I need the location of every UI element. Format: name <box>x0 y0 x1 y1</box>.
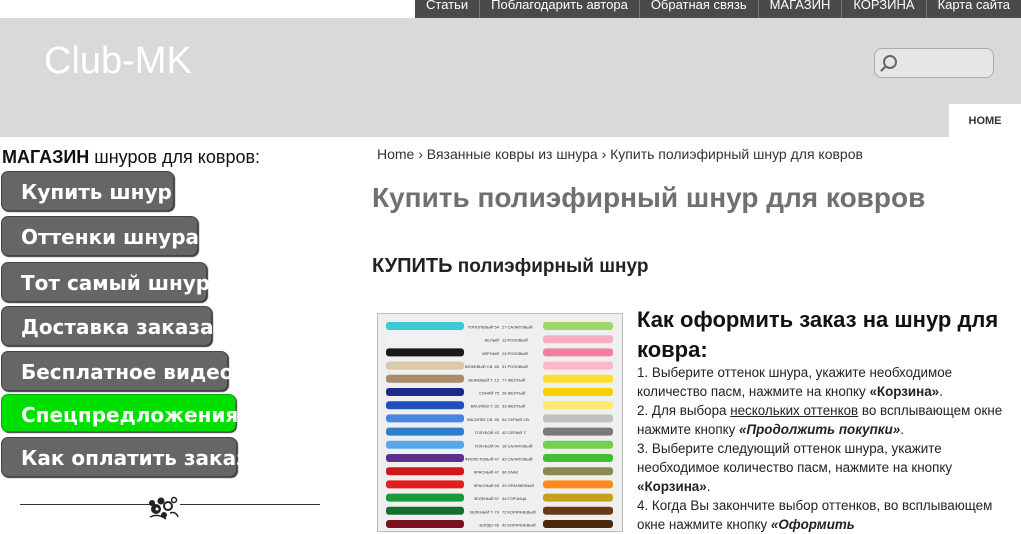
cord-swatch-right-3 <box>543 361 613 370</box>
color-chart-photo: ТОПОЛЕВЫЙ 54 27 САЛАТОВЫЙ БЕЛЫЙ 13 РОЗОВЫЙ Ч… <box>378 314 622 531</box>
cord-swatch-left-15 <box>386 520 464 528</box>
cord-swatch-right-15 <box>543 520 613 528</box>
chart-label-left-6: ВАСИЛЁК Т. 33 <box>471 404 500 409</box>
cord-swatch-left-8 <box>386 427 464 436</box>
chart-label-right-7: 64 СЕРЫЙ СВ. <box>502 417 530 422</box>
cord-swatch-right-10 <box>543 454 613 462</box>
several-shades-link[interactable]: нескольких оттенков <box>730 403 858 418</box>
chart-label-right-10: 82 САЛАТОВЫЙ <box>502 457 533 462</box>
chart-label-right-13: 44 ГОРЧИЦА <box>502 496 527 501</box>
topnav-item-3[interactable]: МАГАЗИН <box>757 0 842 18</box>
cord-swatch-right-11 <box>543 467 613 476</box>
top-navigation: Статьи Поблагодарить автора Обратная связь… <box>0 0 1021 18</box>
chart-label-left-9: ГОЛУБОЙ 04 <box>475 443 500 448</box>
cord-swatch-left-9 <box>386 440 464 449</box>
chart-label-left-7: ВАСИЛЁК СВ. 55 <box>467 417 500 422</box>
chart-label-right-4: 77 ЖЁЛТЫЙ <box>502 377 526 382</box>
chart-label-left-2: ЧЁРНЫЙ <box>482 351 499 356</box>
cord-swatch-left-0 <box>386 322 464 330</box>
cord-swatch-left-14 <box>386 506 464 515</box>
cord-swatch-right-6 <box>543 401 613 410</box>
chart-label-left-11: КРАСНЫЙ 47 <box>474 470 500 475</box>
cord-swatch-left-12 <box>386 480 464 489</box>
page-title: Купить полиэфирный шнур для ковров <box>372 182 926 213</box>
tab-home[interactable]: HOME <box>949 104 1021 137</box>
cord-swatch-right-2 <box>543 348 613 357</box>
cord-swatch-left-11 <box>386 467 464 476</box>
search-input[interactable] <box>874 48 994 78</box>
chart-label-right-0: 27 САЛАТОВЫЙ <box>502 325 533 330</box>
sidebar-menu-button-3[interactable]: Доставка заказа <box>1 306 214 346</box>
chart-label-right-14: 72 КОРИЧНЕВЫЙ <box>502 509 536 514</box>
chart-label-right-3: 51 РОЗОВЫЙ <box>502 364 528 369</box>
cord-swatch-left-3 <box>386 361 464 370</box>
cord-swatch-left-1 <box>386 335 464 344</box>
sidebar-heading: МАГАЗИН шнуров для ковров: <box>2 147 261 167</box>
chart-label-left-1: БЕЛЫЙ <box>485 338 499 343</box>
flower-ornament-icon <box>149 496 179 520</box>
cord-swatch-right-1 <box>543 335 613 344</box>
cord-swatch-right-0 <box>543 322 613 330</box>
chart-label-left-5: СИНИЙ 75 <box>479 391 500 396</box>
chart-label-left-13: ЗЕЛЁНЫЙ 57 <box>474 496 500 501</box>
chart-label-left-0: ТОПОЛЕВЫЙ 54 <box>468 325 500 330</box>
sidebar-menu-button-4[interactable]: Бесплатное видео <box>1 351 233 391</box>
sidebar-menu-button-5[interactable]: Спецпредложения <box>1 394 238 432</box>
chart-label-right-9: 16 САЛАТОВЫЙ <box>502 443 533 448</box>
cord-swatch-right-14 <box>543 506 613 515</box>
chart-label-left-10: ФИОЛЕТОВЫЙ 47 <box>465 457 500 462</box>
sidebar-menu-button-1[interactable]: Оттенки шнура <box>1 216 199 256</box>
chart-label-right-2: 23 РОЗОВЫЙ <box>502 351 528 356</box>
cord-swatch-left-2 <box>386 348 464 357</box>
topnav-item-2[interactable]: Обратная связь <box>638 0 758 18</box>
chart-label-right-12: 49 ОРАНЖЕВЫЙ <box>502 483 534 488</box>
chart-label-right-15: 42 КОРИЧНЕВЫЙ <box>502 523 536 528</box>
chart-label-left-12: КРАСНЫЙ 65 <box>474 483 500 488</box>
site-header: Club-MK HOME <box>0 18 1021 137</box>
cord-swatch-right-7 <box>543 414 613 423</box>
chart-label-left-15: БОРДО 46 <box>480 523 500 528</box>
cord-swatch-right-4 <box>543 374 613 383</box>
top-navigation-bar: Статьи Поблагодарить автора Обратная связь… <box>415 0 1021 18</box>
section-title: КУПИТЬ полиэфирный шнур <box>372 255 649 277</box>
cord-swatch-right-12 <box>543 480 613 489</box>
chart-label-right-6: 33 ЖЁЛТЫЙ <box>502 404 526 409</box>
topnav-item-4[interactable]: КОРЗИНА <box>841 0 925 18</box>
sidebar-menu-button-0[interactable]: Купить шнур <box>1 171 174 211</box>
search-icon <box>883 55 897 69</box>
sidebar-menu-button-6[interactable]: Как оплатить заказ <box>1 437 248 477</box>
cord-swatch-left-10 <box>386 454 464 462</box>
order-instructions-heading: Как оформить заказ на шнур для ковра: <box>637 307 999 362</box>
cord-swatch-right-13 <box>543 493 613 502</box>
cord-swatch-right-8 <box>543 427 613 436</box>
chart-label-left-4: БЕЖЕВЫЙ Т. 12 <box>468 377 499 382</box>
chart-label-right-8: 42 СЕРЫЙ Т. <box>502 430 526 435</box>
chart-label-left-3: БЕЖЕВЫЙ СВ. 65 <box>465 364 500 369</box>
chart-label-right-5: 26 ЖЁЛТЫЙ <box>502 391 526 396</box>
cord-swatch-left-4 <box>386 374 464 383</box>
order-instructions: 1. Выберите оттенок шнура, укажите необх… <box>637 365 1003 532</box>
topnav-item-1[interactable]: Поблагодарить автора <box>479 0 639 18</box>
chart-label-left-8: ГОЛУБОЙ 43 <box>475 430 500 435</box>
divider-left <box>20 504 150 505</box>
cord-color-chart-image[interactable]: ТОПОЛЕВЫЙ 54 27 САЛАТОВЫЙ БЕЛЫЙ 13 РОЗОВЫЙ Ч… <box>377 313 623 532</box>
topnav-item-0[interactable]: Статьи <box>415 0 479 18</box>
chart-label-right-11: 98 ХАКИ <box>502 470 518 475</box>
cord-swatch-left-5 <box>386 388 464 396</box>
cord-swatch-left-13 <box>386 493 464 502</box>
cord-swatch-left-7 <box>386 414 464 423</box>
breadcrumb[interactable]: Home › Вязанные ковры из шнура › Купить … <box>377 146 863 162</box>
cord-swatch-right-9 <box>543 440 613 449</box>
topnav-item-5[interactable]: Карта сайта <box>925 0 1021 18</box>
cord-swatch-right-5 <box>543 388 613 396</box>
chart-label-left-14: ЗЕЛЁНЫЙ Т. 79 <box>470 509 500 514</box>
chart-label-right-1: 13 РОЗОВЫЙ <box>502 338 528 343</box>
site-title[interactable]: Club-MK <box>44 40 192 83</box>
divider-right <box>180 504 320 505</box>
cord-swatch-left-6 <box>386 401 464 410</box>
sidebar-menu-button-2[interactable]: Тот самый шнур <box>1 262 210 302</box>
